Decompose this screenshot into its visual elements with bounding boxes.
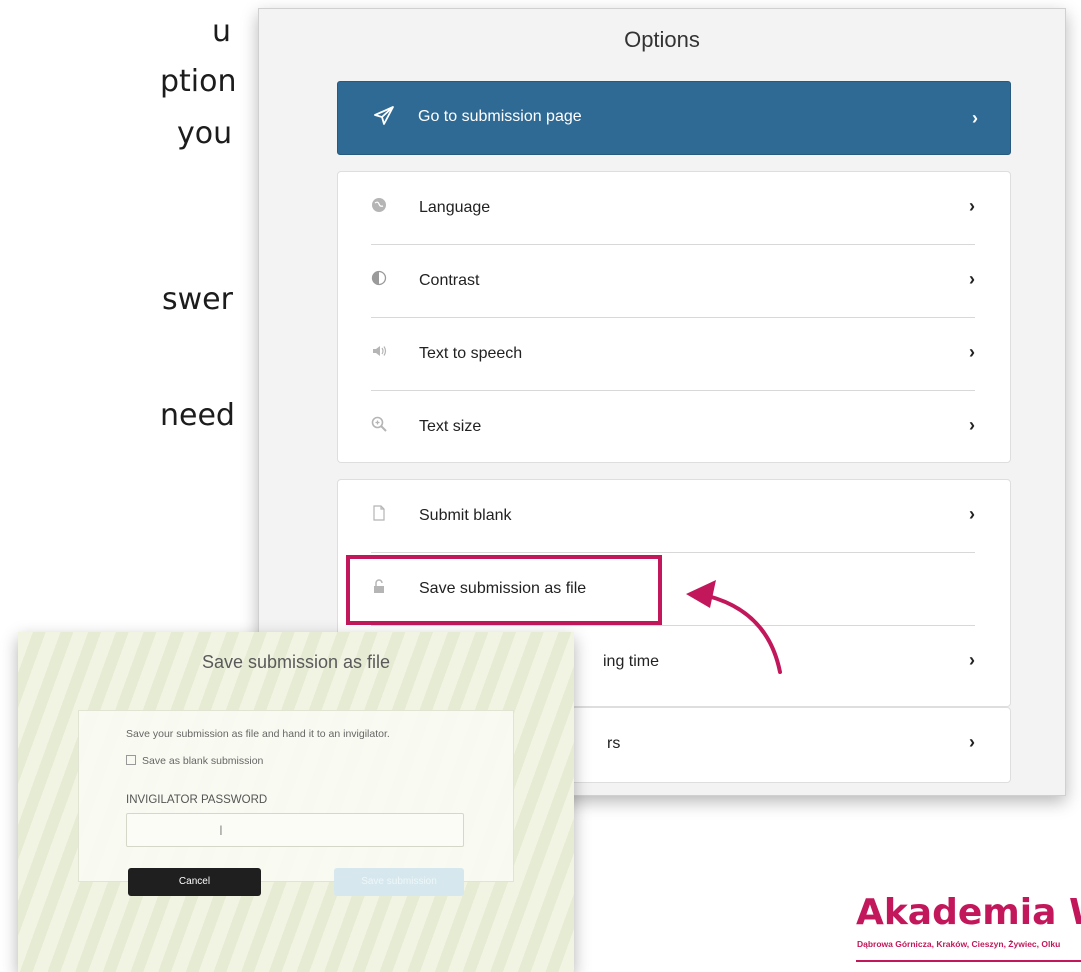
option-text-size[interactable]: Text size › [371, 391, 975, 464]
document-icon [373, 505, 385, 521]
checkbox-label: Save as blank submission [142, 755, 264, 767]
blank-submission-checkbox[interactable]: Save as blank submission [126, 755, 263, 767]
option-label: rs [607, 735, 621, 752]
chevron-right-icon: › [969, 269, 975, 289]
chevron-right-icon: › [969, 415, 975, 435]
slide-line-1: u [212, 14, 232, 49]
text-cursor-icon: I [219, 822, 223, 838]
dialog-message: Save your submission as file and hand it… [126, 728, 390, 740]
paper-plane-icon [374, 106, 394, 125]
cancel-button[interactable]: Cancel [128, 868, 261, 896]
option-label: Language [419, 199, 491, 216]
chevron-right-icon: › [969, 504, 975, 524]
dialog-title: Save submission as file [201, 652, 391, 672]
speaker-icon [373, 346, 387, 356]
zoom-icon [371, 416, 387, 432]
option-label: Text to speech [419, 345, 523, 362]
globe-icon [372, 198, 386, 212]
highlight-box [346, 555, 662, 625]
chevron-right-icon: › [969, 650, 975, 670]
option-label: Submit blank [419, 507, 512, 524]
option-language[interactable]: Language › [371, 172, 975, 245]
option-text-to-speech[interactable]: Text to speech › [371, 318, 975, 391]
slide-line-3: you [177, 116, 233, 151]
options-group-accessibility: Language › Contrast › Text to speech › T… [337, 171, 1011, 463]
chevron-right-icon: › [972, 108, 978, 128]
option-submit-blank[interactable]: Submit blank › [371, 480, 975, 553]
slide-line-5: need [160, 398, 235, 433]
logo-subtitle: Dąbrowa Górnicza, Kraków, Cieszyn, Żywie… [857, 939, 1061, 949]
options-title: Options [624, 27, 700, 52]
slide-line-4: swer [162, 282, 233, 317]
go-to-submission-button[interactable]: Go to submission page › [337, 81, 1011, 155]
chevron-right-icon: › [969, 342, 975, 362]
option-label: Text size [419, 418, 482, 435]
logo-underline [856, 960, 1081, 962]
password-input[interactable]: I [126, 813, 464, 847]
slide-line-2: ption [160, 64, 237, 99]
option-label: ing time [603, 653, 660, 670]
save-submission-dialog: Save submission as file Save your submis… [18, 632, 574, 972]
slide-text: u ption you swer need [0, 0, 240, 460]
password-label: INVIGILATOR PASSWORD [126, 794, 268, 806]
checkbox-box[interactable] [126, 755, 136, 765]
option-contrast[interactable]: Contrast › [371, 245, 975, 318]
save-submission-button[interactable]: Save submission [334, 868, 464, 896]
go-to-submission-label: Go to submission page [418, 108, 582, 125]
chevron-right-icon: › [969, 196, 975, 216]
curved-arrow-icon [686, 580, 782, 674]
contrast-icon [371, 270, 387, 286]
logo: Akademia W [856, 892, 1081, 933]
chevron-right-icon: › [969, 732, 975, 752]
option-label: Contrast [419, 272, 480, 289]
